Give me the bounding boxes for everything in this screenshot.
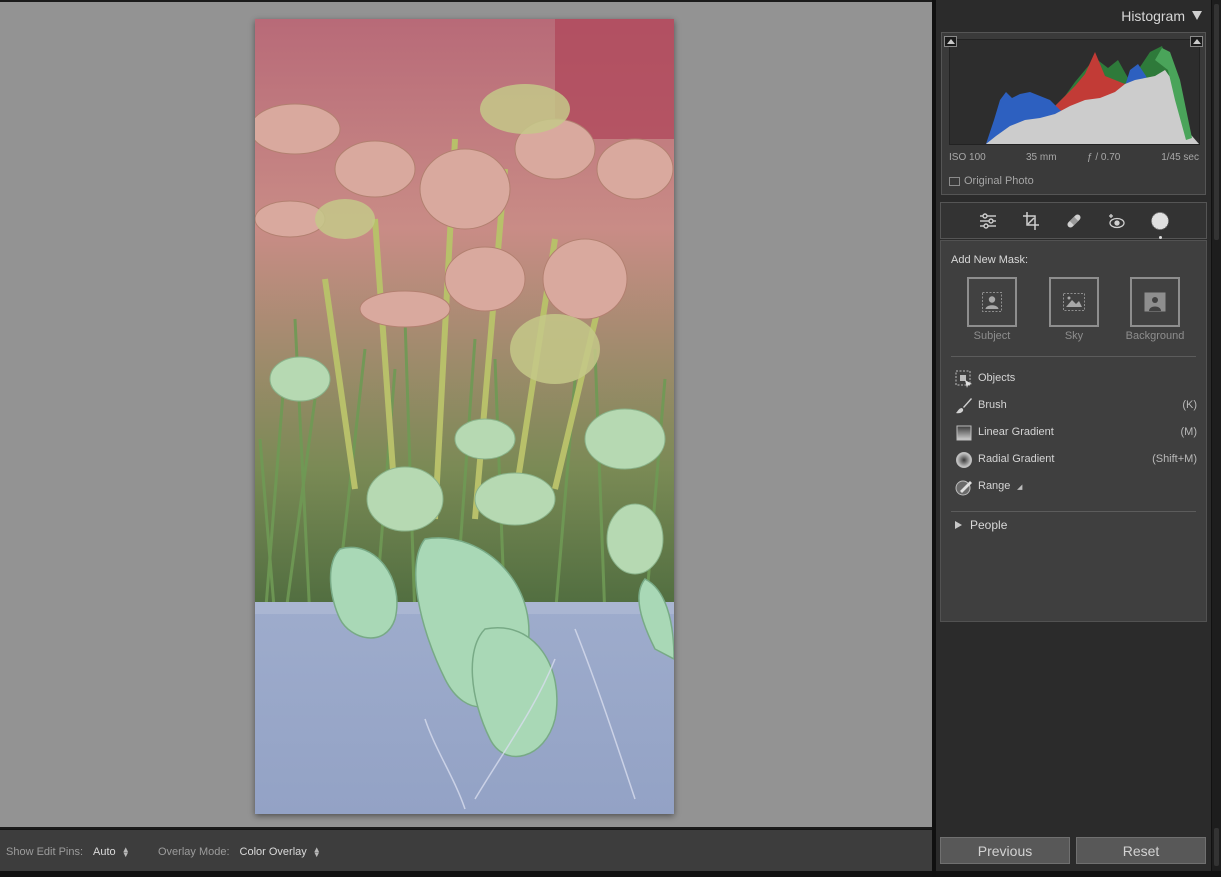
previous-button[interactable]: Previous <box>940 837 1070 864</box>
linear-gradient-shortcut: (M) <box>1180 426 1198 438</box>
subject-label: Subject <box>973 330 1011 342</box>
active-tool-indicator <box>1158 235 1162 239</box>
masking-panel: Add New Mask: Subject Sky Background Obj… <box>940 240 1207 622</box>
overlay-mode-stepper-icon[interactable]: ▲ ▼ <box>313 846 321 859</box>
edit-pins-stepper-icon[interactable]: ▲ ▼ <box>122 846 130 859</box>
range-icon <box>955 480 972 496</box>
scrollbar-thumb-lower[interactable] <box>1214 828 1219 866</box>
radial-gradient-tool[interactable]: Radial Gradient (Shift+M) <box>955 450 1197 470</box>
objects-label: Objects <box>978 372 1016 384</box>
radial-gradient-shortcut: (Shift+M) <box>1152 453 1197 465</box>
original-photo-label: Original Photo <box>964 175 1034 187</box>
histogram-header[interactable]: Histogram <box>936 0 1211 31</box>
linear-gradient-tool[interactable]: Linear Gradient (M) <box>955 423 1197 443</box>
range-dropdown-icon[interactable]: ◢ <box>1017 483 1022 491</box>
overlay-mode-control[interactable]: Overlay Mode: Color Overlay ▲ ▼ <box>158 846 321 859</box>
red-eye-icon[interactable] <box>1095 206 1138 236</box>
background-label: Background <box>1125 330 1185 342</box>
overlay-mode-label: Overlay Mode: <box>158 846 230 858</box>
histogram-title: Histogram <box>1121 8 1185 24</box>
exif-aperture: ƒ / 0.70 <box>1087 152 1121 163</box>
highlight-clipping-button[interactable] <box>1190 36 1203 47</box>
photo-preview[interactable] <box>255 19 674 814</box>
sky-label: Sky <box>1064 330 1084 342</box>
exif-iso: ISO 100 <box>949 152 986 163</box>
edit-sliders-icon[interactable] <box>966 206 1009 236</box>
brush-icon <box>956 398 972 414</box>
radial-gradient-icon <box>956 452 972 468</box>
histogram-chart <box>986 46 1199 144</box>
overlay-mode-value[interactable]: Color Overlay <box>240 846 307 858</box>
edit-pins-value[interactable]: Auto <box>93 846 116 858</box>
people-label: People <box>970 518 1008 532</box>
sky-icon <box>1063 293 1085 311</box>
shadow-clipping-button[interactable] <box>944 36 957 47</box>
expand-triangle-icon[interactable] <box>955 521 962 529</box>
original-photo-toggle[interactable]: Original Photo <box>949 175 1034 187</box>
brush-label: Brush <box>978 399 1007 411</box>
crop-icon[interactable] <box>1009 206 1052 236</box>
tool-strip <box>940 202 1207 239</box>
workspace: Show Edit Pins: Auto ▲ ▼ Overlay Mode: Co… <box>0 0 932 877</box>
right-panel: Histogram ISO 100 35 mm ƒ / 0.70 1/45 se… <box>936 0 1211 871</box>
range-tool[interactable]: Range ◢ <box>955 477 1197 497</box>
histogram-graph[interactable] <box>949 39 1200 145</box>
exif-focal-length: 35 mm <box>1026 152 1057 163</box>
brush-tool[interactable]: Brush (K) <box>955 396 1197 416</box>
objects-icon <box>955 370 972 388</box>
bottom-strip <box>0 871 1221 877</box>
subject-icon <box>982 292 1002 312</box>
panel-scrollbar[interactable] <box>1211 0 1221 871</box>
histogram-panel: ISO 100 35 mm ƒ / 0.70 1/45 sec Original… <box>941 32 1206 195</box>
reset-button[interactable]: Reset <box>1076 837 1206 864</box>
range-label: Range <box>978 480 1011 492</box>
brush-shortcut: (K) <box>1182 399 1197 411</box>
objects-tool[interactable]: Objects <box>955 369 1197 389</box>
subject-mask-button[interactable] <box>967 277 1017 327</box>
separator <box>951 511 1196 512</box>
bottom-toolbar: Show Edit Pins: Auto ▲ ▼ Overlay Mode: Co… <box>0 829 932 871</box>
plant-photo <box>255 19 674 814</box>
exif-shutter: 1/45 sec <box>1161 152 1199 163</box>
radial-gradient-label: Radial Gradient <box>978 453 1055 465</box>
add-new-mask-label: Add New Mask: <box>951 254 1029 266</box>
background-icon <box>1144 292 1166 312</box>
edit-pins-label: Show Edit Pins: <box>6 846 84 858</box>
separator <box>951 356 1196 357</box>
linear-gradient-label: Linear Gradient <box>978 426 1054 438</box>
photo-canvas <box>0 2 932 827</box>
sky-mask-button[interactable] <box>1049 277 1099 327</box>
background-mask-button[interactable] <box>1130 277 1180 327</box>
original-photo-checkbox[interactable] <box>949 176 960 186</box>
masking-icon[interactable] <box>1138 206 1181 239</box>
healing-icon[interactable] <box>1052 206 1095 236</box>
scrollbar-thumb[interactable] <box>1214 4 1219 240</box>
linear-gradient-icon <box>956 425 972 441</box>
edit-pins-control[interactable]: Show Edit Pins: Auto ▲ ▼ <box>6 846 130 859</box>
people-section[interactable]: People <box>955 518 1007 532</box>
collapse-triangle-icon[interactable] <box>1192 11 1202 20</box>
